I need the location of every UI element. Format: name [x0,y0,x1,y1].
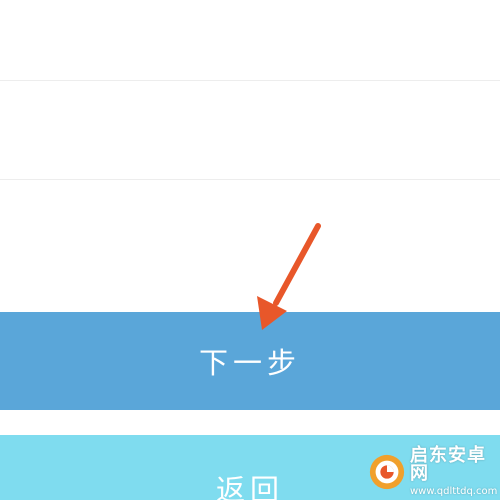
divider [0,179,500,180]
next-step-label: 下一步 [198,346,301,380]
watermark-url: www.qdlttdq.com [410,486,498,497]
form-row-2[interactable] [0,81,500,179]
watermark-logo-icon [369,454,405,490]
watermark-text: 启东安卓网 www.qdlttdq.com [410,447,498,497]
watermark-title: 启东安卓网 [410,445,486,484]
next-step-button[interactable]: 下一步 [0,312,500,410]
back-label: 返回 [215,473,284,500]
form-row-1[interactable] [0,0,500,80]
watermark: 启东安卓网 www.qdlttdq.com [368,447,498,497]
